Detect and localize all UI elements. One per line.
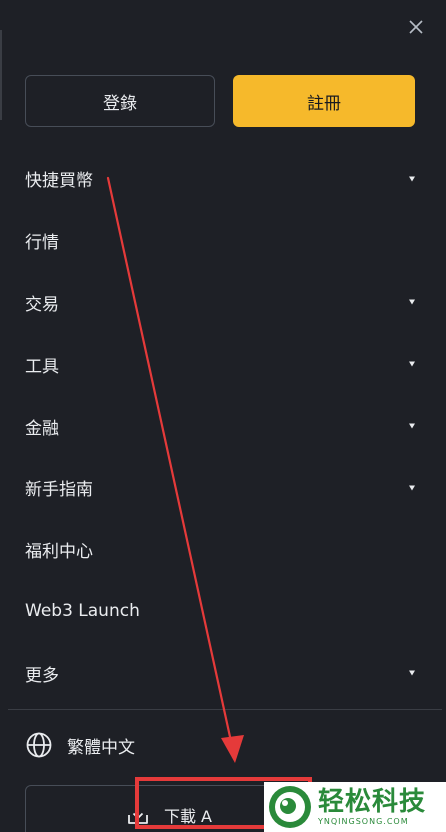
menu-item-label: 快捷買幣: [25, 171, 93, 192]
globe-icon: [26, 732, 52, 758]
menu-item-quick-buy[interactable]: 快捷買幣: [0, 148, 446, 210]
menu-item-label: 新手指南: [25, 480, 93, 501]
language-selector[interactable]: 繁體中文: [25, 728, 135, 762]
watermark-text: 轻松科技 YNQINGSONG.COM: [318, 787, 426, 827]
nav-menu: 快捷買幣 行情 交易 工具 金融 新手指南 福利中心 Web3 Launch 更…: [0, 148, 446, 704]
menu-item-beginner-guide[interactable]: 新手指南: [0, 457, 446, 519]
auth-buttons: 登錄 註冊: [25, 75, 433, 127]
menu-item-label: 工具: [25, 356, 59, 377]
menu-item-label: 行情: [25, 233, 59, 254]
menu-item-web3-launch[interactable]: Web3 Launch: [0, 581, 446, 643]
download-label: 下載 A: [163, 807, 213, 826]
caret-down-icon: [409, 176, 415, 182]
menu-item-label: 福利中心: [25, 542, 93, 563]
close-icon: [409, 20, 423, 34]
menu-item-label: 交易: [25, 294, 59, 315]
menu-item-label: 金融: [25, 418, 59, 439]
site-watermark: 轻松科技 YNQINGSONG.COM: [264, 782, 446, 832]
menu-item-label: 更多: [25, 665, 59, 686]
menu-item-rewards-center[interactable]: 福利中心: [0, 519, 446, 581]
watermark-title: 轻松科技: [318, 787, 427, 817]
caret-down-icon: [409, 485, 415, 491]
close-button[interactable]: [404, 15, 428, 39]
caret-down-icon: [409, 670, 415, 676]
watermark-logo-icon: [269, 786, 311, 828]
menu-item-more[interactable]: 更多: [0, 642, 446, 704]
download-icon: [128, 806, 148, 824]
caret-down-icon: [409, 299, 415, 305]
watermark-subtitle: YNQINGSONG.COM: [318, 817, 409, 826]
menu-item-tools[interactable]: 工具: [0, 333, 446, 395]
menu-item-finance[interactable]: 金融: [0, 395, 446, 457]
menu-item-label: Web3 Launch: [25, 601, 140, 622]
caret-down-icon: [409, 361, 415, 367]
mobile-menu-panel: 登錄 註冊 快捷買幣 行情 交易 工具 金融 新手指南 福利中心 Web3 La…: [0, 0, 446, 832]
login-button[interactable]: 登錄: [25, 75, 215, 127]
menu-item-markets[interactable]: 行情: [0, 210, 446, 272]
menu-divider: [8, 709, 442, 710]
panel-edge-divider: [0, 30, 2, 120]
download-button-content: 下載 A: [126, 803, 212, 827]
menu-item-trade[interactable]: 交易: [0, 272, 446, 334]
register-button[interactable]: 註冊: [233, 75, 415, 127]
language-label: 繁體中文: [67, 737, 135, 758]
caret-down-icon: [409, 423, 415, 429]
